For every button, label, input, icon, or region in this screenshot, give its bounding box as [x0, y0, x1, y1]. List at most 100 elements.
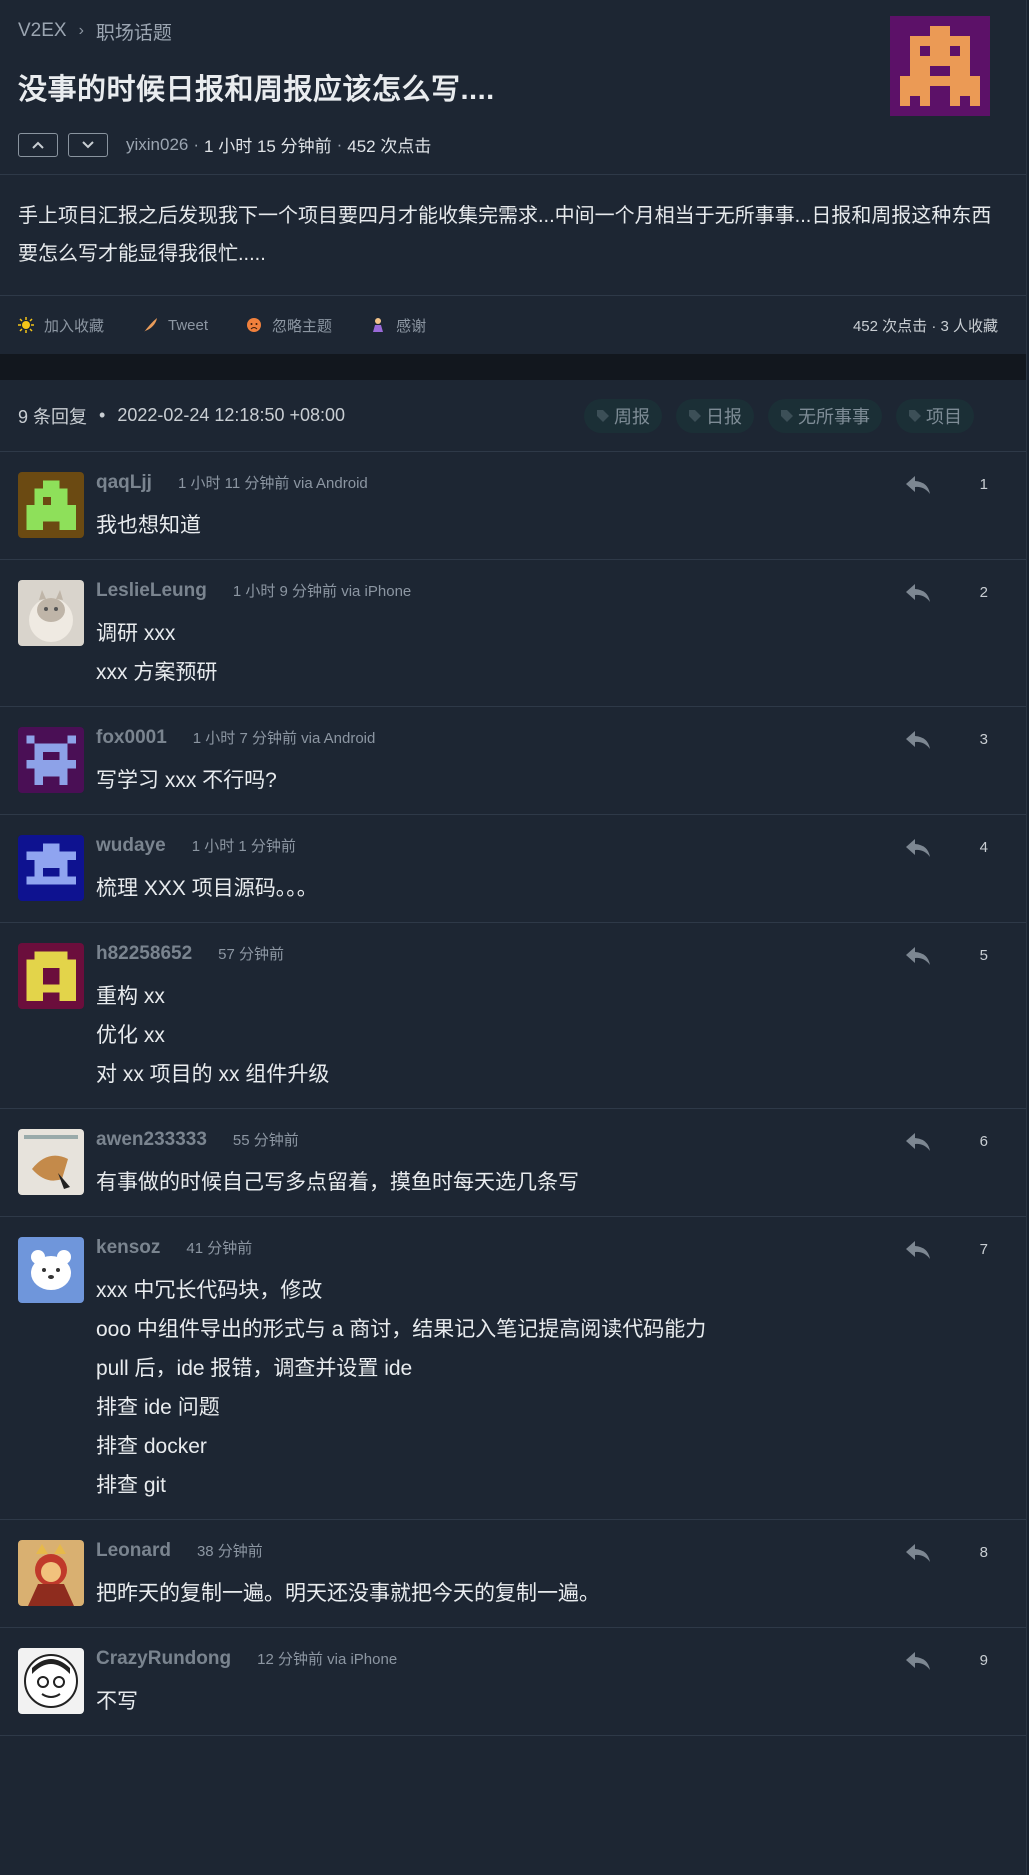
reply-line: pull 后，ide 报错，调查并设置 ide — [96, 1357, 413, 1380]
topic-actions: 加入收藏 Tweet 忽略主题 感谢 452 次点击 · 3 人收藏 — [0, 296, 1026, 354]
tag-label: 无所事事 — [798, 406, 870, 427]
upvote-button[interactable] — [18, 132, 58, 157]
avatar[interactable] — [18, 835, 84, 901]
reply-arrow-icon[interactable] — [904, 945, 932, 967]
tweet-label: Tweet — [168, 316, 209, 334]
reply-item: kensoz 41 分钟前 xxx 中冗长代码块，修改 ooo 中组件导出的形式与 a… — [0, 1217, 1026, 1520]
reply-content: 调研 xxx xxx 方案预研 — [96, 614, 1008, 692]
tag-project[interactable]: 项目 — [896, 398, 974, 433]
topic-page: V2EX › 职场话题 没事的时候日报和周报应该怎么写.... yixin026… — [0, 0, 1027, 1875]
reply-line: 重构 xx — [96, 985, 165, 1008]
reply-count: 9 条回复 — [18, 406, 88, 427]
tag-daily[interactable]: 日报 — [676, 398, 754, 433]
tag-weekly[interactable]: 周报 — [584, 398, 662, 433]
favorite-button[interactable]: 加入收藏 — [18, 315, 104, 336]
reply-username-link[interactable]: Leonard — [96, 1540, 171, 1562]
reply-arrow-icon[interactable] — [904, 837, 932, 859]
meta-dot: · — [336, 134, 343, 154]
topic-header: V2EX › 职场话题 没事的时候日报和周报应该怎么写.... yixin026… — [0, 0, 1026, 175]
topic-clicks: 452 次点击 — [347, 137, 432, 156]
reply-time: 1 小时 7 分钟前 via Android — [192, 730, 376, 747]
avatar[interactable] — [18, 1237, 84, 1303]
reply-date: 2022-02-24 12:18:50 +08:00 — [117, 405, 346, 425]
ignore-button[interactable]: 忽略主题 — [246, 315, 332, 336]
reply-item: LeslieLeung 1 小时 9 分钟前 via iPhone 调研 xxx xx… — [0, 560, 1026, 707]
reply-meta: awen233333 55 分钟前 — [96, 1129, 1008, 1153]
reply-arrow-icon[interactable] — [904, 1131, 932, 1153]
reply-content: 不写 — [96, 1682, 1008, 1721]
author-avatar[interactable] — [890, 16, 990, 116]
breadcrumb-node-link[interactable]: 职场话题 — [96, 18, 172, 45]
tag-icon — [781, 409, 793, 422]
reply-username-link[interactable]: LeslieLeung — [96, 580, 207, 602]
reply-arrow-icon[interactable] — [904, 729, 932, 751]
avatar[interactable] — [18, 472, 84, 538]
floor-number: 6 — [979, 1133, 988, 1150]
reply-time: 12 分钟前 via iPhone — [257, 1651, 398, 1668]
reply-item: CrazyRundong 12 分钟前 via iPhone 不写 9 — [0, 1628, 1026, 1736]
avatar[interactable] — [18, 580, 84, 646]
thanks-label: 感谢 — [396, 317, 427, 335]
breadcrumb-separator: › — [78, 22, 84, 39]
reply-time: 57 分钟前 — [218, 946, 285, 963]
avatar[interactable] — [18, 1540, 84, 1606]
reply-item: qaqLjj 1 小时 11 分钟前 via Android 我也想知道 1 — [0, 452, 1026, 560]
chevron-down-icon — [82, 140, 94, 148]
downvote-button[interactable] — [68, 132, 108, 157]
reply-username-link[interactable]: kensoz — [96, 1237, 160, 1259]
tag-label: 项目 — [926, 406, 962, 427]
reply-username-link[interactable]: h82258652 — [96, 943, 192, 965]
reply-line: xxx 方案预研 — [96, 661, 218, 684]
reply-item: fox0001 1 小时 7 分钟前 via Android 写学习 xxx 不行吗… — [0, 707, 1026, 815]
floor-number: 7 — [979, 1241, 988, 1258]
tag-idle[interactable]: 无所事事 — [768, 398, 882, 433]
breadcrumb: V2EX › 职场话题 — [18, 16, 1008, 46]
reply-content: 写学习 xxx 不行吗? — [96, 761, 1008, 800]
reply-arrow-icon[interactable] — [904, 1542, 932, 1564]
person-icon — [373, 318, 384, 332]
topic-time: 1 小时 15 分钟前 — [204, 137, 332, 156]
tag-label: 日报 — [706, 406, 742, 427]
reply-username-link[interactable]: fox0001 — [96, 727, 167, 749]
angry-face-icon — [247, 318, 262, 332]
tag-label: 周报 — [614, 406, 650, 427]
reply-item: Leonard 38 分钟前 把昨天的复制一遍。明天还没事就把今天的复制一遍。 8 — [0, 1520, 1026, 1628]
topic-content: 手上项目汇报之后发现我下一个项目要四月才能收集完需求...中间一个月相当于无所事… — [0, 175, 1026, 296]
floor-number: 4 — [979, 839, 988, 856]
reply-meta: CrazyRundong 12 分钟前 via iPhone — [96, 1648, 1008, 1672]
avatar[interactable] — [18, 1129, 84, 1195]
reply-username-link[interactable]: qaqLjj — [96, 472, 152, 494]
topic-stats: 452 次点击 · 3 人收藏 — [852, 317, 998, 335]
tweet-button[interactable]: Tweet — [142, 317, 208, 334]
avatar[interactable] — [18, 727, 84, 793]
avatar[interactable] — [18, 1648, 84, 1714]
floor-number: 3 — [979, 731, 988, 748]
reply-username-link[interactable]: wudaye — [96, 835, 166, 857]
thanks-button[interactable]: 感谢 — [370, 315, 426, 336]
reply-time: 38 分钟前 — [196, 1543, 263, 1560]
reply-content: 有事做的时候自己写多点留着，摸鱼时每天选几条写 — [96, 1163, 1008, 1202]
reply-line: 排查 git — [96, 1474, 167, 1497]
reply-username-link[interactable]: awen233333 — [96, 1129, 207, 1151]
reply-line: 对 xx 项目的 xx 组件升级 — [96, 1063, 330, 1086]
reply-time: 1 小时 9 分钟前 via iPhone — [232, 583, 412, 600]
reply-arrow-icon[interactable] — [904, 1650, 932, 1672]
topic-meta: yixin026 · 1 小时 15 分钟前 · 452 次点击 — [18, 132, 1008, 157]
reply-username-link[interactable]: CrazyRundong — [96, 1648, 231, 1670]
avatar[interactable] — [18, 943, 84, 1009]
bullet: • — [99, 405, 106, 425]
reply-arrow-icon[interactable] — [904, 474, 932, 496]
meta-dot: · — [193, 134, 200, 154]
reply-time: 41 分钟前 — [186, 1240, 253, 1257]
reply-line: 优化 xx — [96, 1024, 165, 1047]
reply-arrow-icon[interactable] — [904, 1239, 932, 1261]
reply-meta: wudaye 1 小时 1 分钟前 — [96, 835, 1008, 859]
floor-number: 2 — [979, 584, 988, 601]
reply-arrow-icon[interactable] — [904, 582, 932, 604]
topic-author-link[interactable]: yixin026 — [126, 135, 188, 155]
tag-list: 周报 日报 无所事事 项目 — [570, 398, 1008, 433]
feather-icon — [144, 318, 158, 332]
breadcrumb-site-link[interactable]: V2EX — [18, 20, 67, 42]
reply-meta: LeslieLeung 1 小时 9 分钟前 via iPhone — [96, 580, 1008, 604]
reply-content: xxx 中冗长代码块，修改 ooo 中组件导出的形式与 a 商讨，结果记入笔记提高… — [96, 1271, 1008, 1505]
